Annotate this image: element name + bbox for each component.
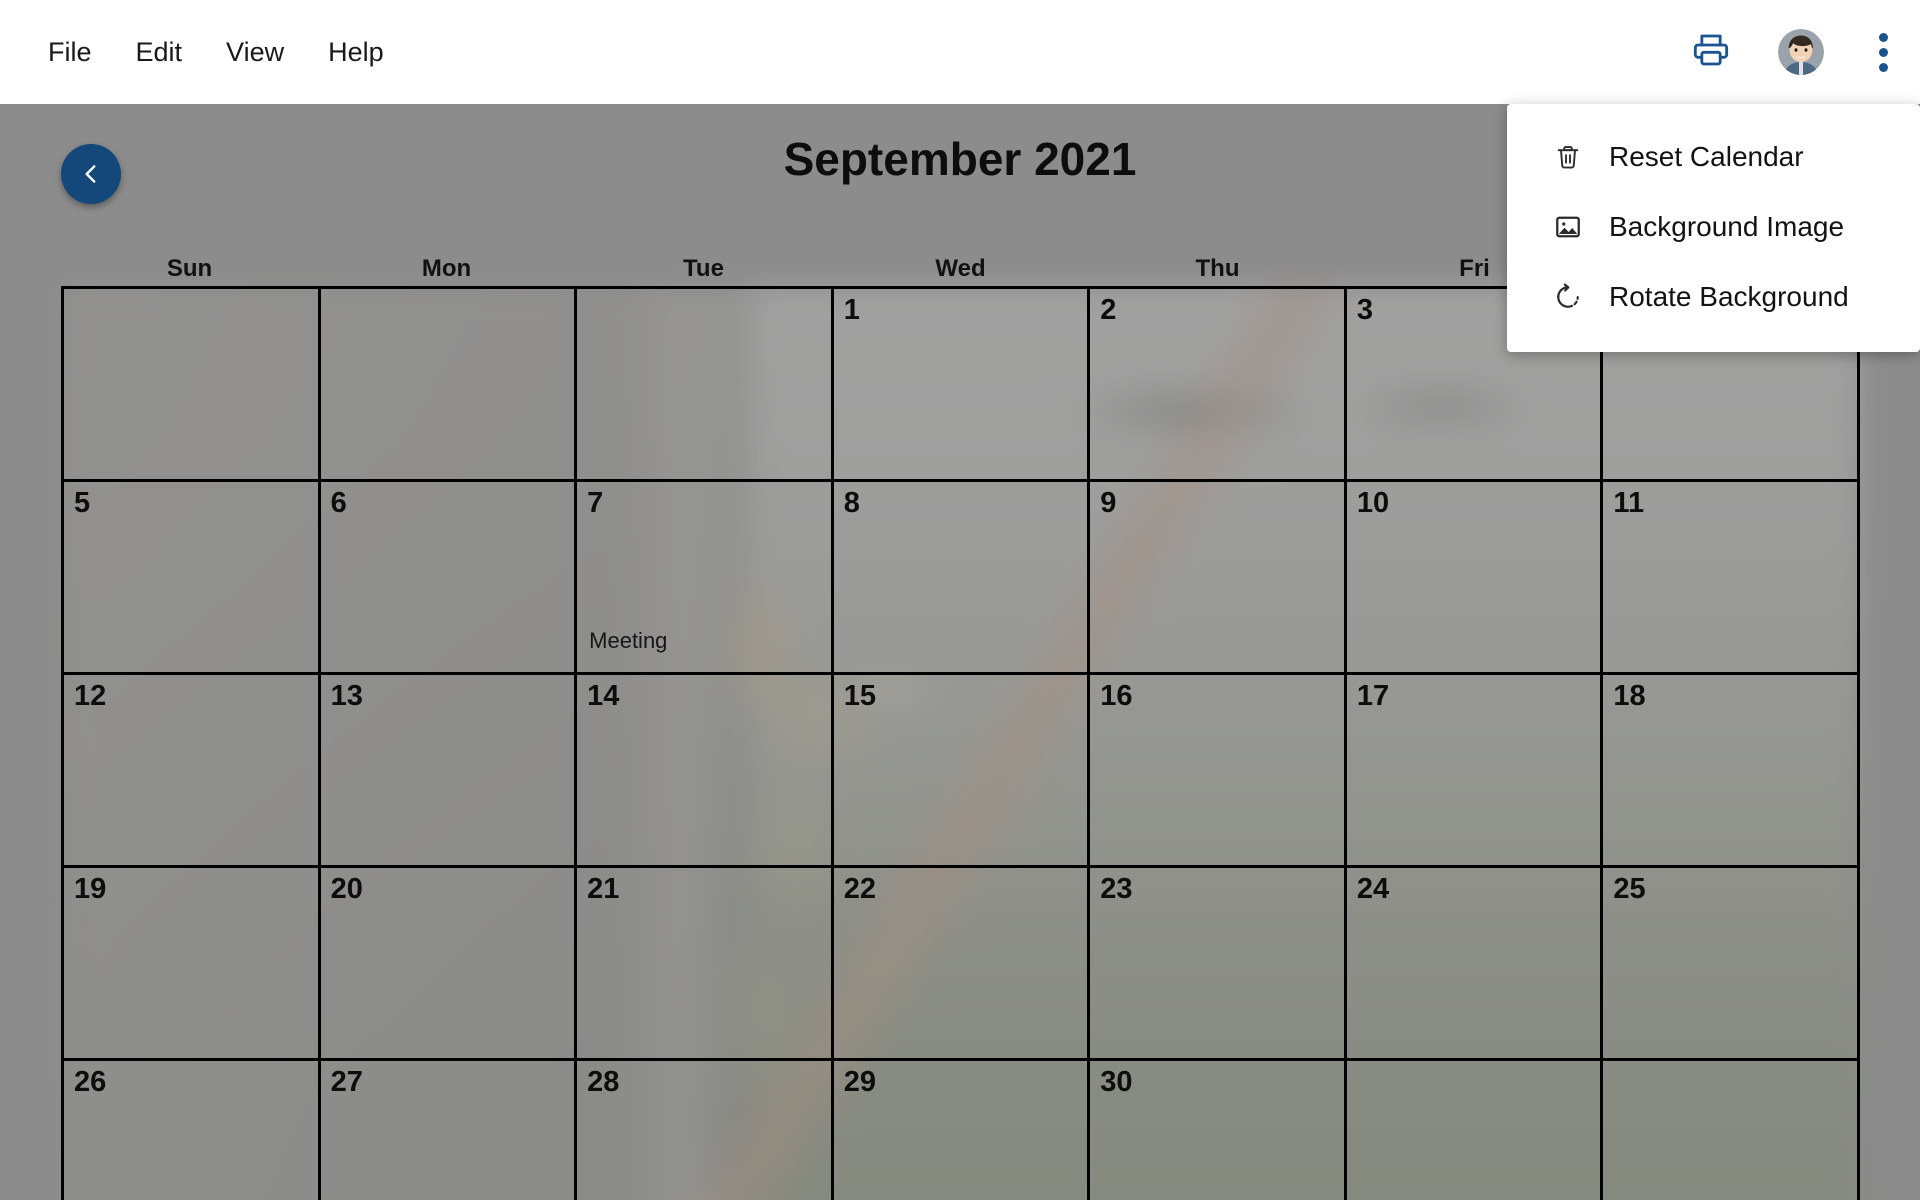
day-number: 15 — [843, 680, 876, 712]
calendar-day-cell[interactable] — [64, 289, 321, 482]
calendar-day-cell[interactable] — [1603, 1061, 1860, 1200]
menu-item-reset-calendar[interactable]: Reset Calendar — [1507, 122, 1920, 192]
day-number: 27 — [330, 1066, 363, 1098]
day-number: 30 — [1100, 1066, 1133, 1098]
day-number: 11 — [1613, 487, 1645, 519]
calendar-day-cell[interactable]: 11 — [1603, 482, 1860, 675]
menu-file[interactable]: File — [26, 29, 114, 76]
calendar-day-cell[interactable]: 22 — [833, 868, 1091, 1061]
day-number: 29 — [843, 1066, 876, 1098]
calendar-day-cell[interactable]: 9 — [1090, 482, 1347, 675]
day-number: 5 — [74, 487, 91, 519]
avatar[interactable] — [1778, 29, 1824, 75]
day-number: 9 — [1100, 487, 1117, 519]
calendar-day-cell[interactable]: 15 — [833, 675, 1091, 868]
calendar-day-cell[interactable]: 25 — [1603, 868, 1860, 1061]
calendar-day-cell[interactable]: 2 — [1090, 289, 1347, 482]
day-number: 14 — [587, 680, 620, 712]
image-icon — [1553, 212, 1583, 242]
calendar-day-cell[interactable]: 20 — [320, 868, 578, 1061]
calendar-day-cell[interactable]: 1 — [833, 289, 1091, 482]
user-avatar-icon — [1778, 29, 1824, 75]
rotate-icon — [1553, 282, 1583, 312]
day-number: 28 — [587, 1066, 620, 1098]
day-number: 23 — [1100, 873, 1133, 905]
calendar-day-cell[interactable]: 5 — [64, 482, 321, 675]
menu-bar: File Edit View Help — [0, 0, 1920, 104]
calendar-day-cell[interactable] — [1347, 1061, 1604, 1200]
chevron-left-icon — [85, 165, 96, 183]
weekday-wed: Wed — [935, 255, 986, 282]
weekday-tue: Tue — [683, 255, 724, 282]
calendar-day-cell[interactable] — [577, 289, 834, 482]
day-number: 24 — [1356, 873, 1390, 905]
menu-view[interactable]: View — [204, 29, 306, 76]
day-number: 2 — [1100, 294, 1117, 326]
calendar-day-cell[interactable]: 27 — [321, 1061, 578, 1200]
printer-icon — [1691, 30, 1731, 75]
day-number: 1 — [843, 294, 860, 326]
more-vertical-icon-dot — [1878, 62, 1888, 72]
day-number: 19 — [74, 873, 107, 905]
calendar-day-cell[interactable]: 14 — [577, 675, 834, 868]
calendar-day-cell[interactable]: 8 — [833, 482, 1091, 675]
calendar-day-cell[interactable]: 16 — [1090, 675, 1347, 868]
day-number: 8 — [843, 487, 860, 519]
day-number: 16 — [1100, 680, 1133, 712]
trash-icon — [1553, 142, 1583, 172]
more-vertical-icon-dot — [1878, 32, 1888, 42]
calendar-day-cell[interactable]: 21 — [577, 868, 834, 1061]
calendar-day-cell[interactable]: 7 Meeting — [577, 482, 834, 675]
weekday-mon: Mon — [421, 255, 472, 282]
calendar-day-cell[interactable]: 13 — [320, 675, 578, 868]
print-button[interactable] — [1688, 29, 1734, 75]
calendar-day-cell[interactable]: 23 — [1090, 868, 1347, 1061]
menu-item-label: Reset Calendar — [1609, 141, 1804, 172]
day-number: 21 — [587, 873, 620, 905]
day-number: 25 — [1613, 873, 1646, 905]
more-options-button[interactable] — [1868, 29, 1898, 75]
calendar-day-cell[interactable]: 19 — [64, 868, 321, 1061]
menu-edit[interactable]: Edit — [114, 29, 205, 76]
day-number: 22 — [843, 873, 876, 905]
calendar-day-cell[interactable] — [320, 289, 578, 482]
calendar-day-cell[interactable]: 17 — [1346, 675, 1604, 868]
day-number: 7 — [587, 487, 604, 519]
day-number: 6 — [330, 487, 347, 519]
menu-bar-actions — [1688, 0, 1898, 104]
calendar-day-cell[interactable]: 18 — [1603, 675, 1860, 868]
calendar-day-cell[interactable]: 10 — [1346, 482, 1604, 675]
calendar-day-cell[interactable]: 26 — [64, 1061, 321, 1200]
calendar-event[interactable]: Meeting — [589, 628, 823, 654]
calendar-day-cell[interactable]: 6 — [320, 482, 578, 675]
day-number: 13 — [330, 680, 363, 712]
day-number: 10 — [1356, 487, 1390, 519]
menu-help[interactable]: Help — [306, 29, 406, 76]
overflow-dropdown-menu: Reset Calendar Background Image Rotate B… — [1507, 104, 1920, 352]
calendar-day-cell[interactable]: 12 — [64, 675, 321, 868]
day-number: 18 — [1613, 680, 1646, 712]
menu-item-background-image[interactable]: Background Image — [1507, 192, 1920, 262]
menu-bar-items: File Edit View Help — [0, 29, 406, 76]
calendar-day-cell[interactable]: 29 — [834, 1061, 1091, 1200]
menu-item-rotate-background[interactable]: Rotate Background — [1507, 262, 1920, 332]
day-number: 20 — [330, 873, 363, 905]
day-number: 17 — [1356, 680, 1390, 712]
more-vertical-icon-dot — [1878, 47, 1888, 57]
calendar-day-cell[interactable]: 24 — [1346, 868, 1604, 1061]
menu-item-label: Rotate Background — [1609, 281, 1849, 312]
day-number: 12 — [74, 680, 107, 712]
menu-item-label: Background Image — [1609, 211, 1845, 242]
day-events: Meeting — [589, 628, 823, 654]
weekday-thu: Thu — [1195, 255, 1240, 282]
calendar-grid: 1234567Meeting89101112131415161718192021… — [61, 286, 1860, 1200]
previous-month-button[interactable] — [61, 144, 121, 204]
day-number: 26 — [74, 1066, 107, 1098]
weekday-sun: Sun — [166, 255, 213, 282]
calendar-day-cell[interactable]: 30 — [1090, 1061, 1347, 1200]
calendar-day-cell[interactable]: 28 — [577, 1061, 834, 1200]
